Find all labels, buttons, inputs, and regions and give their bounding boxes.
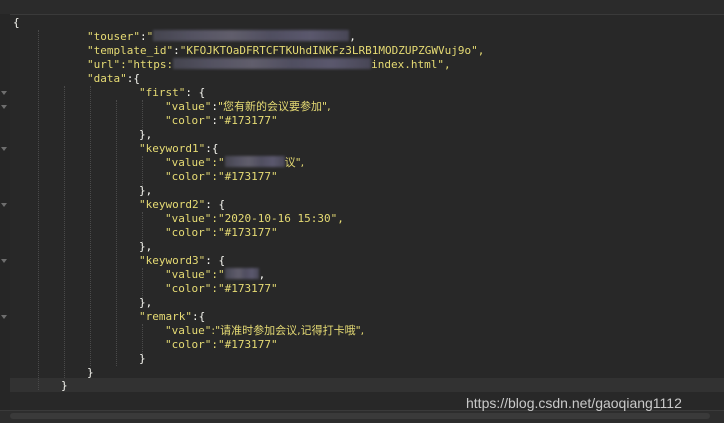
json-punctuation: }, — [139, 128, 153, 141]
code-line[interactable]: }, — [139, 184, 152, 198]
json-key: "value" — [165, 156, 212, 169]
code-line[interactable]: } — [139, 352, 146, 366]
json-key: "color" — [165, 170, 212, 183]
json-punctuation: :{ — [205, 142, 219, 155]
code-line[interactable]: "remark":{ — [139, 310, 205, 324]
redacted-blur — [224, 156, 285, 167]
json-key: "value" — [165, 268, 212, 281]
json-string-value: :"请准时参加会议,记得打卡哦", — [211, 324, 365, 337]
json-key: "keyword3" — [139, 254, 206, 267]
json-string-value: "#173177" — [217, 114, 278, 127]
code-line[interactable]: "value":" 议", — [165, 156, 304, 170]
json-key: "remark" — [139, 310, 192, 323]
fold-arrow-icon[interactable] — [1, 203, 7, 207]
json-string-value: index.html", — [371, 58, 451, 71]
json-string-value: :"2020-10-16 15:30", — [211, 212, 344, 225]
json-key: "value" — [165, 100, 212, 113]
json-punctuation: } — [139, 352, 146, 365]
code-line[interactable]: "value":"请准时参加会议,记得打卡哦", — [165, 324, 364, 338]
editor-top-bar — [0, 0, 724, 15]
fold-arrow-icon[interactable] — [1, 91, 7, 95]
json-string-value: 议", — [284, 156, 305, 169]
current-line-highlight — [10, 378, 724, 392]
fold-arrow-icon[interactable] — [1, 315, 7, 319]
code-line[interactable]: }, — [139, 296, 152, 310]
json-key: "data" — [87, 72, 127, 85]
indent-guide — [64, 86, 65, 378]
watermark-text: https://blog.csdn.net/gaoqiang1112 — [466, 395, 682, 411]
scrollbar-thumb[interactable] — [10, 413, 710, 419]
json-punctuation: , — [258, 268, 266, 281]
json-string-value: :"#173177" — [211, 226, 278, 239]
code-line[interactable]: } — [61, 379, 68, 393]
code-line[interactable]: "touser":", — [87, 30, 356, 44]
json-punctuation: : { — [205, 198, 226, 211]
code-line[interactable]: "data":{ — [87, 72, 140, 86]
code-line[interactable]: "url":"https: index.html", — [87, 58, 451, 72]
code-line[interactable]: "color":"#173177" — [165, 170, 278, 184]
json-punctuation: }, — [139, 240, 153, 253]
code-line[interactable]: "color":"#173177" — [165, 282, 278, 296]
code-line[interactable]: { — [13, 16, 20, 30]
root-open-brace: { — [13, 16, 20, 29]
json-string-value: :"https: — [120, 58, 174, 71]
json-punctuation: } — [61, 379, 68, 392]
json-key: "keyword2" — [139, 198, 206, 211]
code-line[interactable]: "keyword2": { — [139, 198, 225, 212]
code-line[interactable]: } — [87, 366, 94, 380]
json-string-value: :"#173177" — [211, 170, 278, 183]
indent-guide — [90, 86, 91, 366]
json-string-value: "您有新的会议要参加", — [217, 100, 331, 113]
code-line[interactable]: "first": { — [139, 86, 205, 100]
json-string-value: :"#173177" — [211, 338, 278, 351]
gutter — [0, 14, 10, 410]
json-punctuation: :{ — [126, 72, 140, 85]
json-string-value: :"#173177" — [211, 282, 278, 295]
json-key: "color" — [165, 338, 212, 351]
json-key: "keyword1" — [139, 142, 206, 155]
redacted-blur — [224, 268, 259, 279]
json-key: "value" — [165, 324, 212, 337]
json-key: "value" — [165, 212, 212, 225]
json-key: "color" — [165, 114, 212, 127]
json-key: "color" — [165, 282, 212, 295]
json-punctuation: , — [349, 30, 356, 43]
code-line[interactable]: "keyword3": { — [139, 254, 225, 268]
json-punctuation: : { — [185, 86, 206, 99]
code-line[interactable]: "color":"#173177" — [165, 226, 278, 240]
code-line[interactable]: "keyword1":{ — [139, 142, 218, 156]
json-key: "url" — [87, 58, 121, 71]
json-punctuation: :{ — [191, 310, 206, 323]
redacted-blur — [153, 30, 350, 41]
indent-guide — [116, 100, 117, 366]
code-line[interactable]: "value":"2020-10-16 15:30", — [165, 212, 344, 226]
code-line[interactable]: "template_id":"KFOJKTOaDFRTCFTKUhdINKFz3… — [87, 44, 484, 58]
json-punctuation: }, — [139, 296, 153, 309]
fold-arrow-icon[interactable] — [1, 105, 7, 109]
code-line[interactable]: "color":"#173177" — [165, 338, 278, 352]
json-string-value: KFOJKTOaDFRTCFTKUhdINKFz3LRB1MODZUPZGWVu… — [186, 44, 485, 57]
code-line[interactable]: }, — [139, 240, 152, 254]
indent-guide — [38, 30, 39, 390]
json-key: "template_id" — [87, 44, 174, 57]
code-line[interactable]: "value":"您有新的会议要参加", — [165, 100, 331, 114]
fold-arrow-icon[interactable] — [1, 259, 7, 263]
code-line[interactable]: }, — [139, 128, 152, 142]
redacted-blur — [173, 58, 372, 69]
code-editor[interactable]: { "touser":", "template_id":"KFOJKTOaDFR… — [0, 0, 724, 423]
json-string-value: :" — [211, 156, 225, 169]
json-punctuation: : { — [205, 254, 226, 267]
json-key: "first" — [139, 86, 186, 99]
fold-arrow-icon[interactable] — [1, 147, 7, 151]
code-line[interactable]: "value":", — [165, 268, 265, 282]
code-line[interactable]: "color":"#173177" — [165, 114, 278, 128]
json-punctuation: } — [87, 366, 94, 379]
json-string-value: :" — [211, 268, 225, 281]
json-key: "touser" — [87, 30, 140, 43]
json-punctuation: }, — [139, 184, 153, 197]
json-key: "color" — [165, 226, 212, 239]
